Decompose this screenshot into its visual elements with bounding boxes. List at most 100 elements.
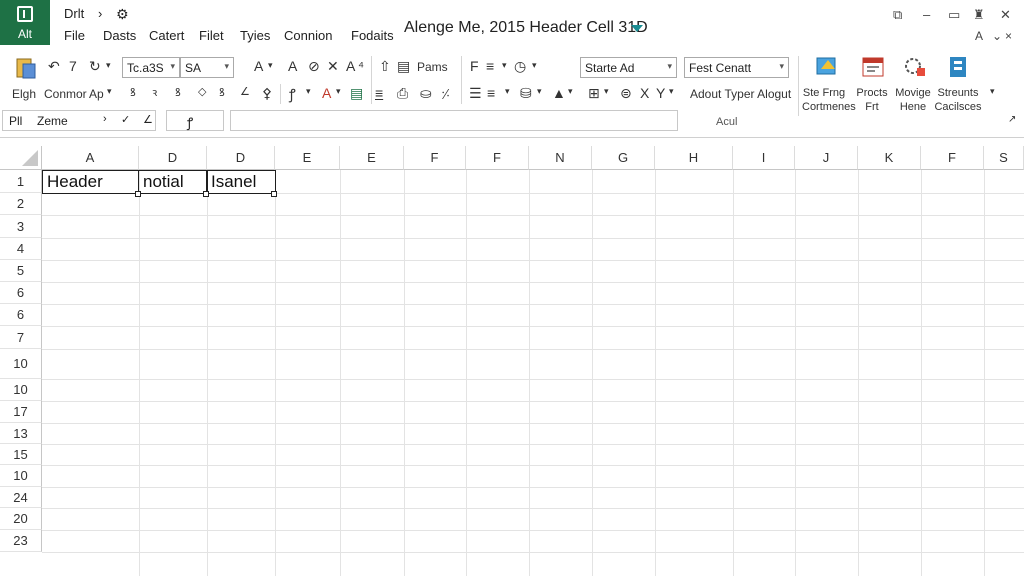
wrap-text-label[interactable]: Pams [417, 60, 448, 74]
conditional-icon[interactable]: ⊜ [620, 85, 632, 102]
row-header[interactable]: 10 [0, 379, 42, 401]
list-format-dropdown-icon[interactable]: ▾ [502, 60, 507, 71]
clock-dropdown-icon[interactable]: ▾ [532, 60, 537, 71]
clear-format-icon[interactable]: ✕ [327, 58, 339, 75]
row-header[interactable]: 6 [0, 304, 42, 326]
pin-icon[interactable]: ♜ [973, 7, 985, 23]
manage-icon[interactable] [902, 55, 926, 77]
font-color-dropdown-icon[interactable]: ▾ [268, 60, 273, 71]
cell-style-dropdown[interactable]: Starte Ad ▾ [580, 57, 677, 78]
border-icon[interactable]: ◇ [198, 85, 206, 98]
highlight-icon[interactable]: ▤ [350, 85, 363, 102]
column-header[interactable]: F [466, 146, 529, 170]
manage-button[interactable]: Movige Hene [892, 86, 934, 114]
menu-connion[interactable]: Connion [284, 28, 332, 43]
cell-a1[interactable]: Header [42, 170, 139, 194]
quick-access-chevron[interactable]: › [98, 6, 102, 21]
select-all-corner[interactable] [0, 146, 42, 170]
column-header[interactable]: I [733, 146, 795, 170]
structures-icon[interactable] [946, 55, 970, 77]
wrap-text-icon[interactable]: ▤ [397, 58, 410, 75]
column-header[interactable]: E [275, 146, 340, 170]
ribbon-label-conmor[interactable]: Conmor [44, 87, 87, 101]
menu-dasts[interactable]: Dasts [103, 28, 136, 43]
menu-catert[interactable]: Catert [149, 28, 184, 43]
painter-dropdown-icon[interactable]: ▾ [106, 60, 111, 71]
column-header[interactable]: E [340, 146, 404, 170]
cell-c1[interactable]: Isanel [206, 170, 276, 194]
text-color-dropdown-icon[interactable]: ▾ [336, 86, 341, 97]
row-header[interactable]: 10 [0, 465, 42, 487]
text-direction-icon[interactable]: ⸓ [441, 85, 450, 104]
column-header[interactable]: D [139, 146, 207, 170]
table-dropdown-icon[interactable]: ▾ [604, 86, 609, 97]
column-header[interactable]: A [42, 146, 139, 170]
insert-function-icon[interactable]: ꝭ [187, 113, 193, 131]
spreadsheet-grid[interactable]: A D D E E F F N G H I J K F S 1 2 3 4 5 … [0, 146, 1024, 576]
bold-icon[interactable]: ꝸ [130, 85, 136, 100]
row-header[interactable]: 1 [0, 170, 42, 193]
column-header[interactable]: J [795, 146, 858, 170]
row-header[interactable]: 20 [0, 508, 42, 530]
clock-icon[interactable]: ◷ [514, 58, 526, 75]
title-dropdown-icon[interactable] [631, 25, 643, 32]
formula-input[interactable] [230, 110, 678, 131]
x-icon[interactable]: X [640, 85, 649, 101]
numbering-icon[interactable]: ≡ [487, 85, 495, 101]
shading-dropdown-icon[interactable]: ▾ [568, 86, 573, 97]
decrease-font-icon[interactable]: A [346, 58, 355, 74]
app-badge[interactable]: Alt [0, 0, 50, 45]
ribbon-expand-icon[interactable]: ↗ [1008, 114, 1016, 125]
undo-icon[interactable]: ↶ [48, 58, 60, 75]
sort-filter-icon[interactable] [815, 55, 839, 77]
row-header[interactable]: 13 [0, 423, 42, 444]
row-header[interactable]: 6 [0, 282, 42, 304]
quick-access-gear-icon[interactable]: ⚙ [116, 6, 129, 23]
products-icon[interactable] [861, 55, 885, 77]
ribbon-label-elgh[interactable]: Elgh [12, 87, 36, 101]
row-header[interactable]: 24 [0, 487, 42, 508]
font-name-dropdown[interactable]: Tc.a3S ▾ [122, 57, 180, 78]
y-dropdown-icon[interactable]: ▾ [669, 86, 674, 97]
font-color-icon[interactable]: A [254, 58, 263, 74]
sort-filter-button[interactable]: Ste Frng Cortmenes [802, 86, 856, 114]
menu-filet[interactable]: Filet [199, 28, 224, 43]
column-header[interactable]: F [921, 146, 984, 170]
underline-icon[interactable]: ꝸ [175, 85, 181, 100]
close-icon[interactable]: ✕ [1000, 7, 1011, 23]
cell-b1[interactable]: notial [138, 170, 208, 194]
maximize-icon[interactable]: ▭ [948, 7, 960, 23]
menu-fodaits[interactable]: Fodaits [351, 28, 394, 43]
menu-tyies[interactable]: Tyies [240, 28, 270, 43]
column-header[interactable]: N [529, 146, 592, 170]
format-painter-icon[interactable]: ↻ [89, 58, 101, 75]
row-header[interactable]: 3 [0, 215, 42, 238]
products-button[interactable]: Procts Frt [853, 86, 891, 114]
ribbon-close-icon[interactable]: × [1005, 29, 1012, 43]
column-header[interactable]: G [592, 146, 655, 170]
text-color-icon[interactable]: A [322, 85, 331, 101]
share-icon[interactable]: A [975, 29, 983, 43]
redo-icon[interactable]: 7 [69, 58, 77, 74]
table-icon[interactable]: ⊞ [588, 85, 600, 102]
row-header[interactable]: 5 [0, 260, 42, 282]
row-header[interactable]: 15 [0, 444, 42, 465]
increase-font-icon[interactable]: A [288, 58, 297, 74]
name-box-chevron-icon[interactable]: › [103, 113, 107, 125]
name-box[interactable]: Pll Zeme › ✓ ∠ [2, 110, 156, 131]
column-header[interactable]: F [404, 146, 466, 170]
row-header[interactable]: 17 [0, 401, 42, 423]
column-header[interactable]: D [207, 146, 275, 170]
menu-file[interactable]: File [64, 28, 85, 43]
formula-dropdown-icon[interactable]: ▾ [306, 86, 311, 97]
list-format-icon[interactable]: ≡ [486, 58, 494, 74]
shading-icon[interactable]: ▲ [552, 85, 566, 101]
column-header[interactable]: K [858, 146, 921, 170]
formula-icon[interactable]: ꝭ [289, 85, 296, 104]
numbering-dropdown-icon[interactable]: ▾ [505, 86, 510, 97]
selection-handle[interactable] [135, 191, 141, 197]
about-label[interactable]: Adout Typer Alogut [690, 87, 791, 101]
row-header[interactable]: 10 [0, 349, 42, 379]
strike-icon[interactable]: ∠ [240, 85, 250, 98]
ap-dropdown-icon[interactable]: ▾ [107, 86, 112, 97]
